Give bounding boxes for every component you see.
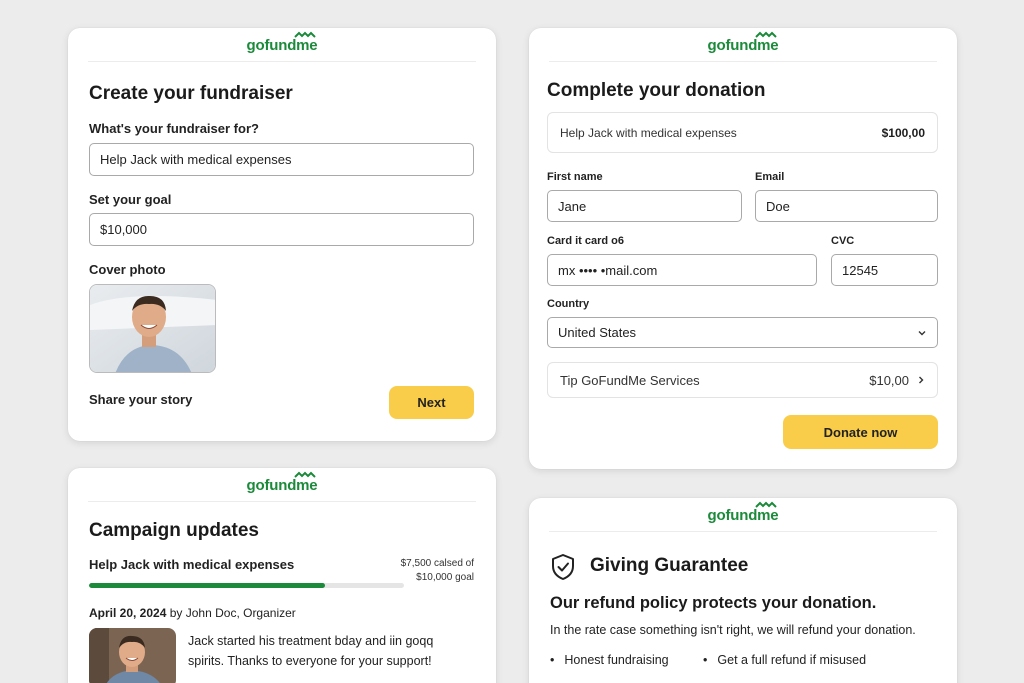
raised-line-2: $10,000 goal [416, 572, 474, 583]
cvc-label: CVC [831, 235, 855, 247]
cover-photo-label: Cover photo [89, 262, 166, 277]
bullet-dot: • [703, 653, 708, 667]
post-meta: April 20, 2024 by John Doc, Organizer [89, 606, 296, 620]
summary-amount: $100,00 [881, 125, 925, 140]
story-label[interactable]: Share your story [89, 392, 192, 407]
gofundme-logo[interactable]: gofundme [247, 471, 318, 494]
email-input[interactable]: Doe [755, 190, 938, 222]
brand-header: gofundme [549, 498, 937, 532]
raised-line-1: $7,500 calsed of [400, 558, 474, 569]
country-value: United States [558, 325, 637, 340]
bullet-text: Honest fundraising [564, 653, 669, 667]
update-photo[interactable] [89, 628, 176, 683]
post-body: Jack started his treatment bday and iin … [188, 631, 478, 671]
guarantee-bullet-1: • Honest fundraising [550, 653, 669, 667]
page-title: Create your fundraiser [89, 83, 293, 104]
tip-row[interactable]: Tip GoFundMe Services $10,00 [547, 362, 938, 398]
progress-bar [89, 583, 404, 588]
card-number-input[interactable]: mx •••• •mail.com [547, 254, 817, 286]
donate-now-button[interactable]: Donate now [783, 415, 938, 449]
tip-amount-group: $10,00 [869, 373, 925, 388]
goal-input[interactable]: $10,000 [89, 213, 474, 246]
donation-card: gofundme Complete your donation Help Jac… [529, 28, 957, 469]
brand-header: gofundme [549, 28, 937, 62]
country-select[interactable]: United States [547, 317, 938, 348]
purpose-label: What's your fundraiser for? [89, 121, 259, 136]
logo-swoosh-icon [294, 471, 317, 478]
brand-header: gofundme [88, 468, 476, 502]
card-label: Card it card o6 [547, 235, 625, 247]
goal-label: Set your goal [89, 192, 172, 207]
donation-summary: Help Jack with medical expenses $100,00 [547, 112, 938, 153]
post-author: by John Doc, Organizer [169, 606, 296, 620]
campaign-name[interactable]: Help Jack with medical expenses [89, 557, 294, 572]
cvc-input[interactable]: 12545 [831, 254, 938, 286]
create-fundraiser-card: gofundme Create your fundraiser What's y… [68, 28, 496, 441]
first-name-input[interactable]: Jane [547, 190, 742, 222]
guarantee-bullet-2: • Get a full refund if misused [703, 653, 866, 667]
chevron-down-icon [918, 330, 926, 335]
email-label: Email [755, 171, 785, 183]
cover-photo[interactable] [89, 284, 216, 373]
updates-title: Campaign updates [89, 520, 259, 541]
guarantee-title: Giving Guarantee [590, 555, 749, 576]
first-name-label: First name [547, 171, 603, 183]
post-line-2: spirits. Thanks to everyone for your sup… [188, 654, 432, 668]
giving-guarantee-card: gofundme Giving Guarantee Our refund pol… [529, 498, 957, 683]
fundraiser-purpose-input[interactable]: Help Jack with medical expenses [89, 143, 474, 176]
bullet-text: Get a full refund if misused [717, 653, 867, 667]
patient-photo-image [90, 285, 215, 372]
country-label: Country [547, 298, 590, 310]
brand-header: gofundme [88, 28, 476, 62]
bullet-dot: • [550, 653, 555, 667]
next-button[interactable]: Next [389, 386, 474, 419]
logo-swoosh-icon [755, 31, 778, 38]
tip-amount: $10,00 [869, 372, 909, 388]
chevron-right-icon [919, 376, 924, 384]
raised-amount: $7,500 calsed of $10,000 goal [401, 557, 474, 585]
post-line-1: Jack started his treatment bday and iin … [188, 634, 434, 648]
guarantee-body: In the rate case something isn't right, … [550, 623, 916, 637]
gofundme-logo[interactable]: gofundme [247, 31, 318, 54]
gofundme-logo[interactable]: gofundme [708, 501, 779, 524]
logo-swoosh-icon [755, 501, 778, 508]
tip-label: Tip GoFundMe Services [560, 372, 700, 388]
campaign-updates-card: gofundme Campaign updates Help Jack with… [68, 468, 496, 683]
donation-title: Complete your donation [547, 80, 766, 101]
summary-campaign-name: Help Jack with medical expenses [560, 125, 737, 140]
progress-fill [89, 583, 326, 588]
gofundme-logo[interactable]: gofundme [708, 31, 779, 54]
guarantee-heading: Our refund policy protects your donation… [550, 594, 877, 612]
shield-check-icon [552, 554, 574, 580]
post-date: April 20, 2024 [89, 606, 167, 620]
patient-photo-image [89, 628, 176, 683]
logo-swoosh-icon [294, 31, 317, 38]
